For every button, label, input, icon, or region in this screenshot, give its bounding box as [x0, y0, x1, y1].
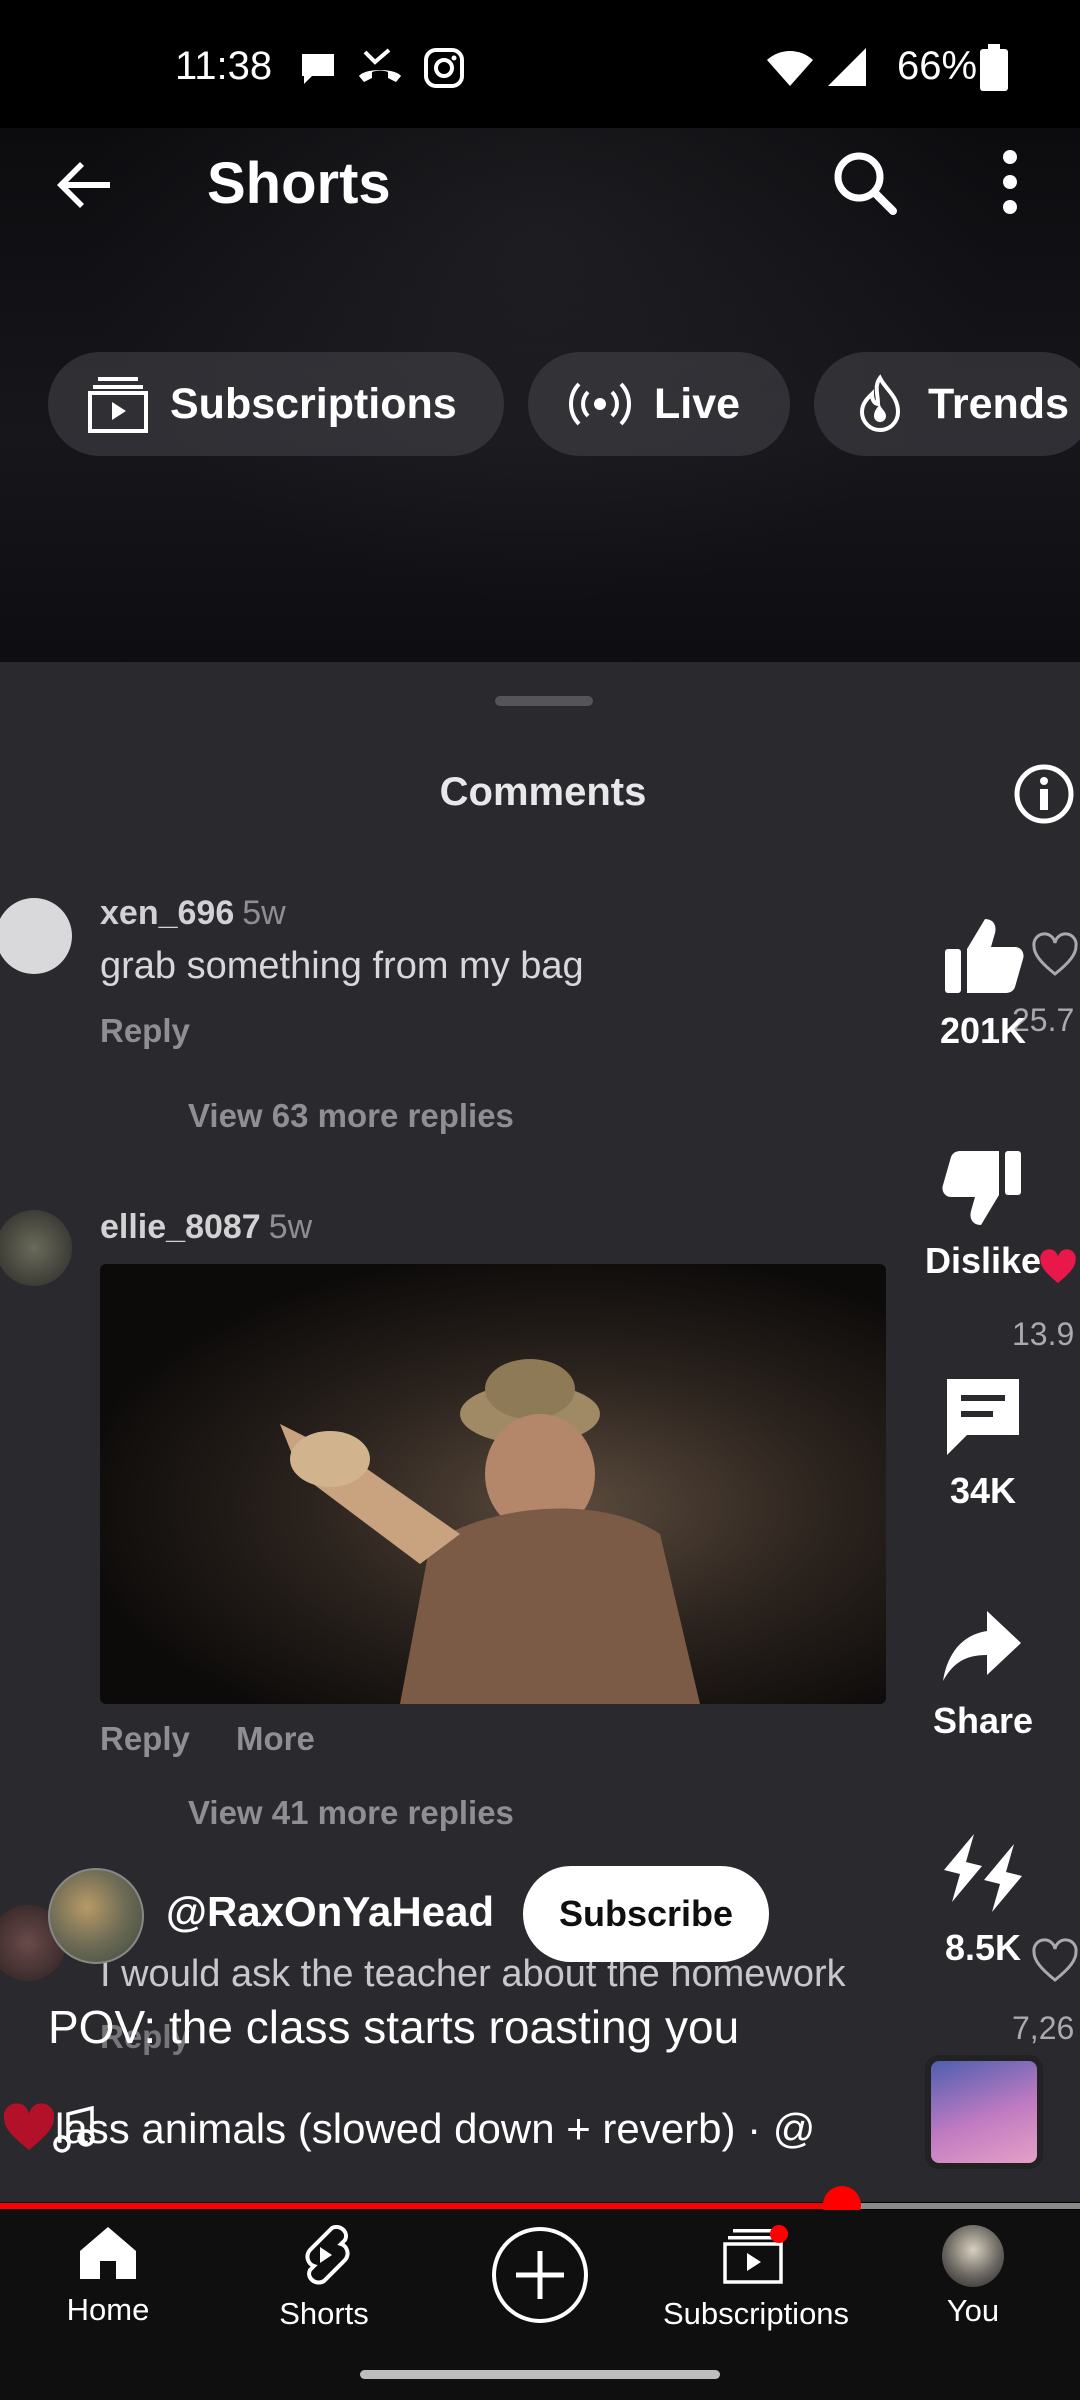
sound-name[interactable]: lass animals (slowed down + reverb) · @: [55, 2105, 815, 2153]
remix-icon: [944, 1834, 1022, 1912]
battery-percent: 66%: [897, 44, 978, 88]
chip-label: Subscriptions: [170, 379, 457, 428]
subscriptions-icon: [723, 2225, 788, 2284]
instagram-icon: [424, 48, 464, 88]
remix-count: 8.5K: [944, 1927, 1022, 1968]
comment-text: grab something from my bag: [100, 945, 584, 987]
nav-create[interactable]: [440, 2225, 640, 2330]
subscribe-button[interactable]: Subscribe: [523, 1866, 769, 1962]
missed-call-icon: [359, 48, 401, 82]
home-icon: [80, 2227, 136, 2279]
search-icon[interactable]: [830, 148, 900, 218]
channel-avatar[interactable]: [48, 1868, 144, 1964]
dislike-button[interactable]: Dislike: [913, 1145, 1053, 1282]
comment-more: More: [236, 1720, 315, 1757]
nav-label: Subscriptions: [662, 2296, 850, 2331]
comment-reply: Reply: [100, 1012, 190, 1049]
chip-label: Live: [654, 379, 741, 428]
comment-image: [100, 1264, 886, 1704]
chip-trends[interactable]: Trends: [814, 352, 1080, 456]
comments-button[interactable]: 34K: [913, 1375, 1053, 1512]
nav-label: Shorts: [279, 2296, 369, 2331]
create-plus-icon: [492, 2227, 588, 2323]
back-arrow-icon[interactable]: [50, 150, 120, 220]
trends-icon: [859, 374, 901, 432]
chip-live[interactable]: Live: [528, 352, 790, 456]
like-button[interactable]: 201K: [913, 915, 1053, 1052]
battery-icon: [980, 44, 1008, 91]
comment-user: xen_696 5w: [100, 894, 286, 932]
comment-reply: Reply: [100, 1720, 190, 1757]
comment-user: ellie_8087 5w: [100, 1208, 313, 1246]
dislike-label: Dislike: [924, 1240, 1042, 1281]
heart-filled-icon: [3, 2103, 55, 2150]
wifi-icon: [767, 51, 813, 86]
more-vertical-icon[interactable]: [975, 145, 1045, 220]
video-like-count: 13.9: [1012, 1316, 1075, 1352]
sound-thumbnail[interactable]: [925, 2055, 1043, 2169]
video-title[interactable]: POV: the class starts roasting you: [48, 2000, 739, 2054]
nav-shorts[interactable]: Shorts: [224, 2225, 424, 2332]
channel-handle[interactable]: @RaxOnYaHead: [166, 1888, 494, 1936]
chip-label: Trends: [928, 379, 1069, 428]
share-button[interactable]: Share: [913, 1605, 1053, 1742]
chip-subscriptions[interactable]: Subscriptions: [48, 352, 504, 456]
video-like-count: 7,26: [1012, 2010, 1075, 2046]
page-title: Shorts: [207, 151, 391, 216]
comment-count: 34K: [949, 1470, 1017, 1511]
progress-fill: [0, 2203, 843, 2209]
nav-label: Home: [66, 2292, 150, 2327]
like-count: 201K: [939, 1010, 1027, 1051]
nav-label: You: [946, 2293, 1000, 2328]
comment-view-replies: View 63 more replies: [188, 1097, 514, 1134]
subscriptions-icon: [88, 377, 148, 433]
nav-subscriptions[interactable]: Subscriptions: [656, 2225, 856, 2332]
share-label: Share: [932, 1700, 1034, 1741]
profile-avatar: [942, 2225, 1004, 2287]
comment-view-replies: View 41 more replies: [188, 1794, 514, 1831]
chat-bubble-icon: [302, 54, 334, 84]
comment-icon: [947, 1379, 1019, 1455]
status-time: 11:38: [175, 44, 273, 88]
live-icon: [569, 382, 631, 426]
shorts-icon: [305, 2225, 350, 2285]
nav-you[interactable]: You: [873, 2225, 1073, 2329]
thumbs-up-icon: [945, 919, 1024, 993]
signal-icon: [828, 48, 866, 86]
video-comments-title: Comments: [439, 770, 647, 814]
gesture-bar: [360, 2370, 720, 2379]
remix-button[interactable]: 8.5K: [913, 1830, 1053, 1969]
video-panel-handle: [495, 696, 593, 706]
nav-home[interactable]: Home: [8, 2225, 208, 2328]
share-icon: [943, 1611, 1021, 1681]
thumbs-down-icon: [942, 1151, 1021, 1225]
info-icon: [1014, 764, 1074, 824]
notification-dot: [770, 2225, 788, 2243]
